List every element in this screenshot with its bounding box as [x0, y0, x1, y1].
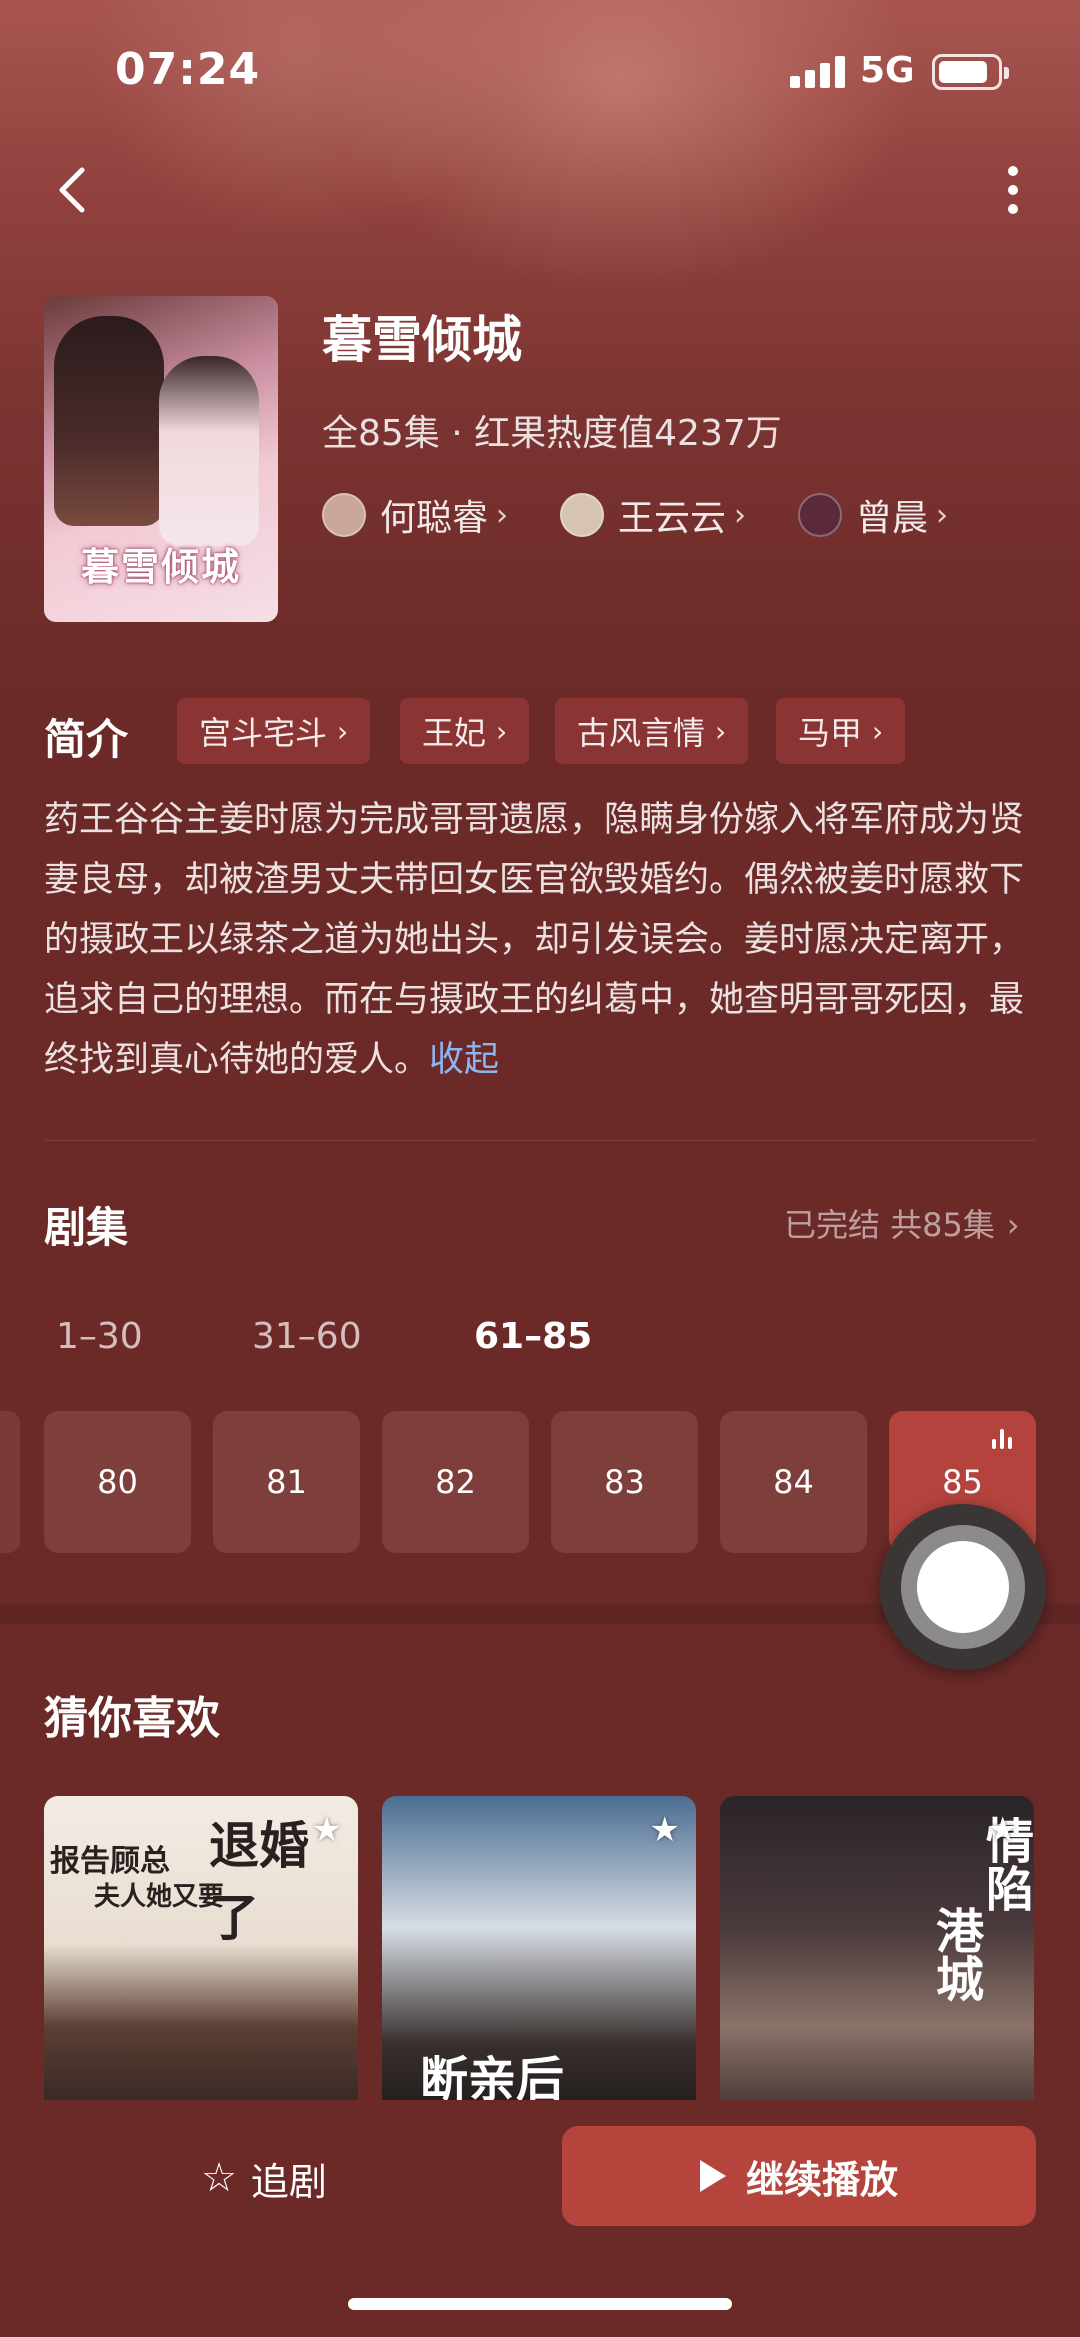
tag-label: 马甲: [798, 714, 863, 752]
drama-title: 暮雪倾城: [322, 311, 522, 369]
tag-label: 古风言情: [577, 714, 706, 752]
actor-link-3[interactable]: 曾晨 ›: [798, 490, 948, 540]
play-label: 继续播放: [745, 2157, 898, 2202]
drama-poster[interactable]: 暮雪倾城: [44, 296, 278, 622]
card-title-text: 报告顾总: [50, 1844, 170, 1879]
avatar: [322, 493, 366, 537]
range-tab-3[interactable]: 61–85: [474, 1316, 592, 1357]
chevron-right-icon: ›: [496, 497, 509, 533]
actor-link-2[interactable]: 王云云 ›: [560, 490, 746, 540]
chevron-left-icon: [59, 167, 85, 213]
synopsis-text: 药王谷谷主姜时愿为完成哥哥遗愿，隐瞒身份嫁入将军府成为贤妻良母，却被渣男丈夫带回…: [44, 800, 1025, 1080]
divider: [44, 1140, 1036, 1141]
home-indicator: [348, 2298, 732, 2310]
star-icon: ★: [311, 1810, 342, 1850]
episode-edge: [0, 1411, 20, 1553]
episodes-status-link[interactable]: 已完结 共85集 ›: [784, 1200, 1020, 1246]
follow-button[interactable]: ☆ 追剧: [44, 2130, 484, 2226]
signal-icon: [790, 56, 846, 88]
status-time: 07:24: [115, 44, 261, 95]
recommend-card-1[interactable]: 报告顾总 夫人她又要 退婚了 ★: [44, 1796, 358, 2126]
play-icon: [699, 2160, 726, 2192]
tag-chip[interactable]: 古风言情 ›: [555, 698, 749, 764]
card-title-text: 夫人她又要: [94, 1882, 225, 1912]
poster-title: 暮雪倾城: [80, 544, 241, 589]
assistive-touch-button[interactable]: [880, 1504, 1046, 1670]
playing-indicator-icon: [992, 1429, 1016, 1449]
episodes-title: 剧集: [44, 1203, 129, 1252]
range-tab-2[interactable]: 31–60: [252, 1316, 362, 1357]
episode-item[interactable]: 81: [213, 1411, 360, 1553]
avatar: [798, 493, 842, 537]
recommend-card-3[interactable]: 情陷 港城 ★: [720, 1796, 1034, 2126]
episode-item[interactable]: 84: [720, 1411, 867, 1553]
chevron-right-icon: ›: [734, 497, 747, 533]
episode-item[interactable]: 80: [44, 1411, 191, 1553]
recommend-title: 猜你喜欢: [44, 1693, 220, 1744]
episodes-status: 已完结 共85集: [784, 1206, 995, 1244]
drama-meta: 全85集 · 红果热度值4237万: [322, 413, 782, 454]
card-title-text: 港城: [927, 1906, 983, 2002]
intro-title: 简介: [44, 715, 129, 764]
star-icon: ★: [649, 1810, 680, 1850]
star-outline-icon: ☆: [201, 2155, 237, 2201]
recommend-card-2[interactable]: 断亲后 ★: [382, 1796, 696, 2126]
back-button[interactable]: [44, 160, 104, 220]
actor-name: 何聪睿: [380, 498, 489, 539]
actor-name: 曾晨: [856, 498, 929, 539]
network-label: 5G: [860, 50, 915, 91]
more-options-button[interactable]: [990, 160, 1036, 220]
chevron-right-icon: ›: [715, 714, 727, 748]
chevron-right-icon: ›: [1006, 1206, 1020, 1244]
actor-link-1[interactable]: 何聪睿 ›: [322, 490, 508, 540]
episode-item[interactable]: 83: [551, 1411, 698, 1553]
episode-number: 85: [942, 1463, 983, 1501]
chevron-right-icon: ›: [936, 497, 949, 533]
tag-label: 王妃: [422, 714, 487, 752]
actor-name: 王云云: [618, 498, 727, 539]
chevron-right-icon: ›: [337, 714, 349, 748]
episode-item[interactable]: 82: [382, 1411, 529, 1553]
chevron-right-icon: ›: [496, 714, 508, 748]
avatar: [560, 493, 604, 537]
synopsis: 药王谷谷主姜时愿为完成哥哥遗愿，隐瞒身份嫁入将军府成为贤妻良母，却被渣男丈夫带回…: [44, 790, 1044, 1090]
range-tab-1[interactable]: 1–30: [56, 1316, 143, 1357]
star-icon: ★: [987, 1810, 1018, 1850]
collapse-link[interactable]: 收起: [429, 1040, 499, 1080]
tag-label: 宫斗宅斗: [199, 714, 328, 752]
follow-label: 追剧: [250, 2159, 327, 2204]
chevron-right-icon: ›: [872, 714, 884, 748]
battery-icon: [932, 54, 1009, 90]
tag-chip[interactable]: 宫斗宅斗 ›: [177, 698, 371, 764]
tag-chip[interactable]: 王妃 ›: [400, 698, 530, 764]
tag-chip[interactable]: 马甲 ›: [776, 698, 906, 764]
continue-play-button[interactable]: 继续播放: [562, 2126, 1036, 2226]
